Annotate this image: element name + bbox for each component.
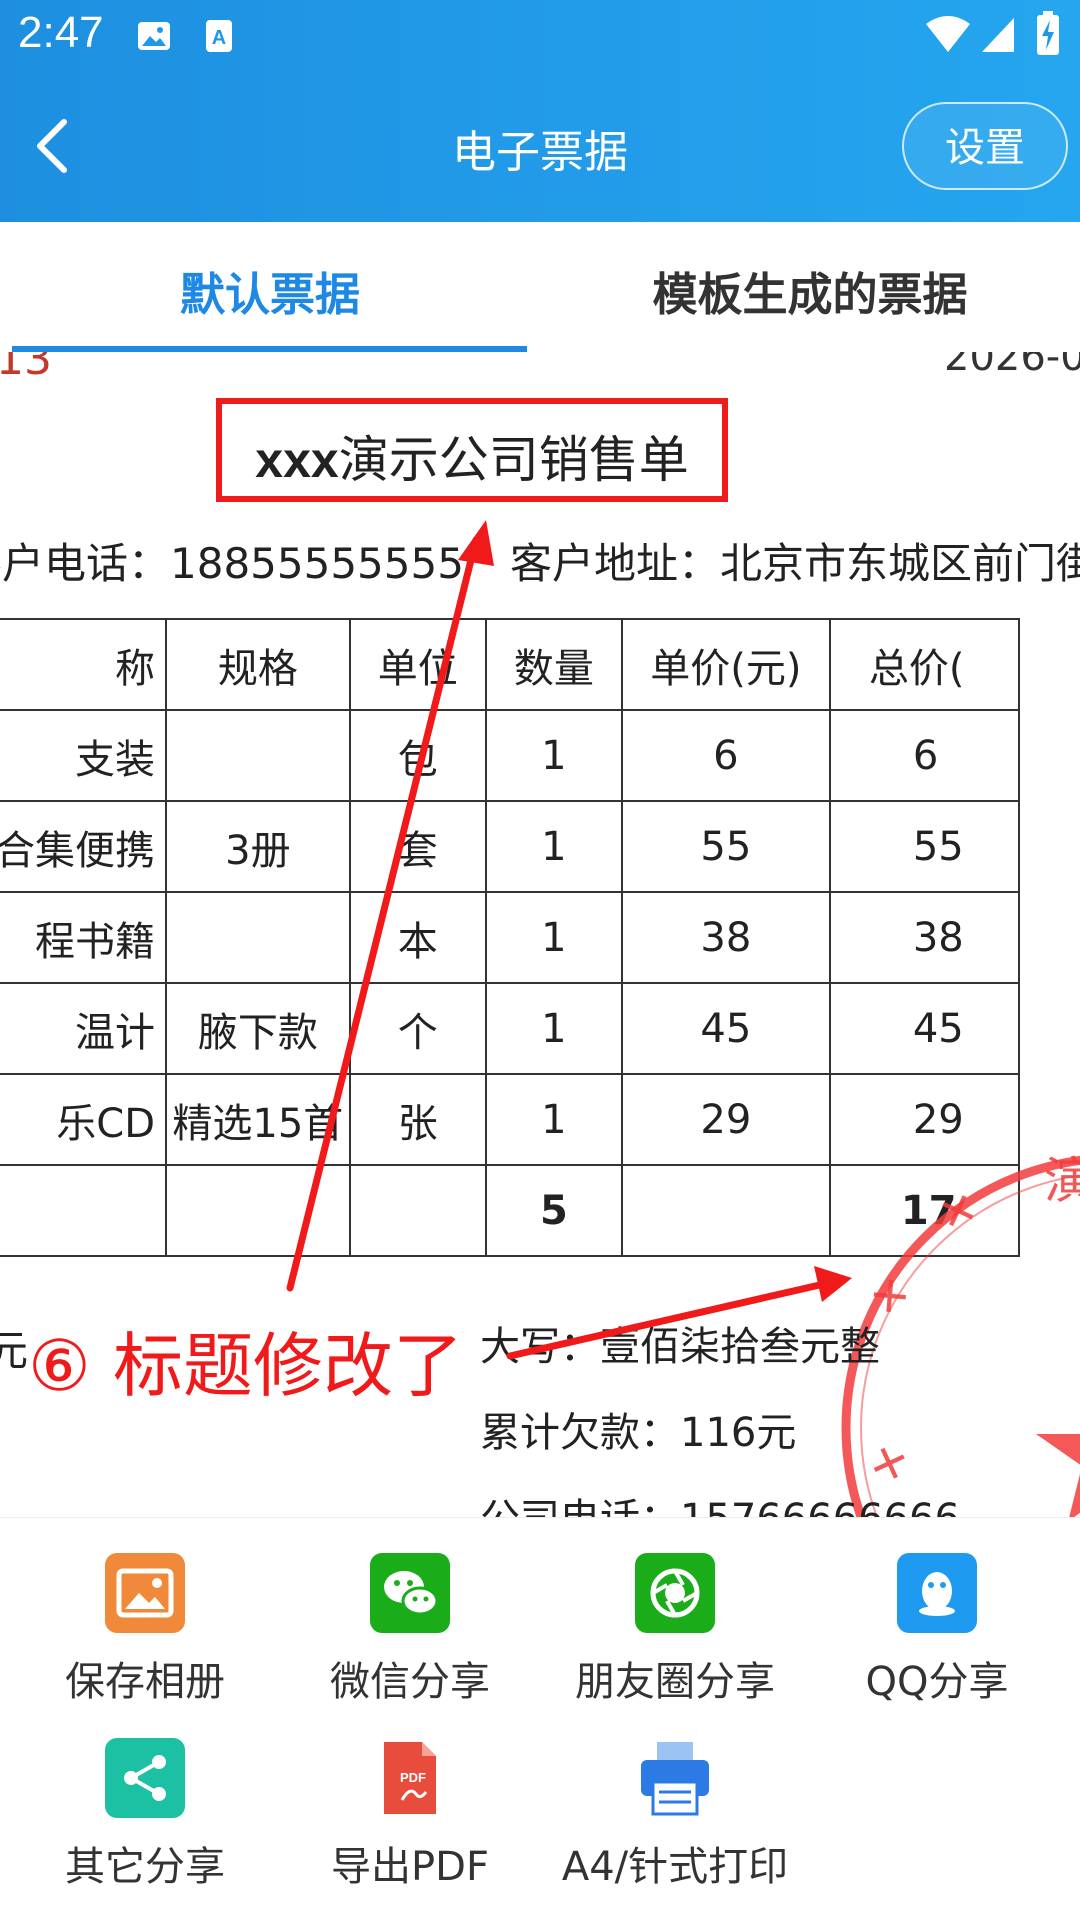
save-album-button[interactable]: 保存相册 <box>10 1553 280 1707</box>
item-spec <box>165 891 351 984</box>
customer-address: 客户地址：北京市东城区前门街 <box>509 539 1080 588</box>
status-time: 2:47 <box>18 8 104 57</box>
item-price: 29 <box>620 1073 831 1166</box>
col-spec-header: 规格 <box>165 618 351 711</box>
signal-icon <box>982 18 1014 52</box>
col-total-header: 总价( <box>828 618 1021 711</box>
item-qty: 1 <box>484 891 623 984</box>
item-qty: 1 <box>484 982 623 1075</box>
receipt-title-prefix: xxx <box>255 432 339 488</box>
item-total: 55 <box>828 800 1021 893</box>
sum-empty-cell <box>348 1164 487 1257</box>
wifi-icon <box>926 16 970 52</box>
print-button[interactable]: A4/针式打印 <box>540 1738 810 1892</box>
translate-notification-icon: A <box>206 20 232 52</box>
item-unit: 个 <box>348 982 487 1075</box>
nav-row: 电子票据 设置 <box>0 88 1080 208</box>
item-name: 合集便携 <box>0 800 167 893</box>
item-total: 45 <box>828 982 1021 1075</box>
amount-in-words: 大写：壹佰柒拾叁元整 <box>480 1324 880 1370</box>
wechat-icon <box>370 1553 450 1633</box>
item-spec: 腋下款 <box>165 982 351 1075</box>
item-price: 6 <box>620 709 831 802</box>
pdf-icon: PDF <box>370 1738 450 1818</box>
table-row: 温计 腋下款 个 1 45 45 <box>0 982 1021 1075</box>
share-panel: 保存相册 微信分享 朋友圈分享 QQ分享 其它分享 PDF 导出PDF A4/针… <box>0 1517 1080 1921</box>
tab-template-receipt[interactable]: 模板生成的票据 <box>540 258 1080 323</box>
battery-charging-icon <box>1037 11 1059 55</box>
item-unit: 包 <box>348 709 487 802</box>
item-unit: 本 <box>348 891 487 984</box>
table-row: 支装 包 1 6 6 <box>0 709 1021 802</box>
item-spec <box>165 709 351 802</box>
item-price: 45 <box>620 982 831 1075</box>
receipt-left-edge-text: 元 <box>0 1326 29 1375</box>
share-icon <box>105 1738 185 1818</box>
gallery-notification-icon <box>138 22 170 50</box>
sum-empty-cell <box>165 1164 351 1257</box>
svg-text:✕: ✕ <box>932 1182 984 1243</box>
col-name-header: 称 <box>0 618 167 711</box>
receipt-title: xxx演示公司销售单 <box>222 420 722 492</box>
item-total: 6 <box>828 709 1021 802</box>
table-header-row: 称 规格 单位 数量 单价(元) 总价( <box>0 618 1021 711</box>
table-row: 程书籍 本 1 38 38 <box>0 891 1021 984</box>
photo-album-icon <box>105 1553 185 1633</box>
tab-bar: 默认票据 模板生成的票据 <box>0 222 1080 352</box>
print-label: A4/针式打印 <box>561 1844 789 1890</box>
printer-icon <box>635 1738 715 1818</box>
moments-share-button[interactable]: 朋友圈分享 <box>540 1553 810 1707</box>
item-name: 温计 <box>0 982 167 1075</box>
annotation-label: ⑥ 标题修改了 <box>28 1325 464 1407</box>
item-qty: 1 <box>484 1073 623 1166</box>
wechat-share-label: 微信分享 <box>330 1659 490 1705</box>
settings-button[interactable]: 设置 <box>902 102 1068 190</box>
item-qty: 1 <box>484 800 623 893</box>
status-bar: 2:47 A <box>0 0 1080 75</box>
item-total: 38 <box>828 891 1021 984</box>
moments-share-label: 朋友圈分享 <box>575 1659 775 1705</box>
receipt-date: 2026-0 <box>944 352 1080 380</box>
tab-default-receipt[interactable]: 默认票据 <box>0 258 540 323</box>
item-spec: 3册 <box>165 800 351 893</box>
qq-share-label: QQ分享 <box>865 1659 1009 1705</box>
export-pdf-button[interactable]: PDF 导出PDF <box>275 1738 545 1892</box>
receipt-number: 13 <box>0 352 52 385</box>
item-unit: 张 <box>348 1073 487 1166</box>
qq-icon <box>897 1553 977 1633</box>
item-spec: 精选15首 <box>165 1073 351 1166</box>
receipt-title-suffix: 演示公司销售单 <box>338 431 689 489</box>
app-bar: 2:47 A 电子票据 设置 <box>0 0 1080 222</box>
export-pdf-label: 导出PDF <box>331 1844 489 1890</box>
accumulated-debt: 累计欠款：116元 <box>480 1410 797 1456</box>
table-row: 合集便携 3册 套 1 55 55 <box>0 800 1021 893</box>
svg-text:PDF: PDF <box>400 1770 426 1785</box>
item-name: 程书籍 <box>0 891 167 984</box>
item-price: 55 <box>620 800 831 893</box>
save-album-label: 保存相册 <box>65 1659 225 1705</box>
title-highlight-box: xxx演示公司销售单 <box>216 398 728 502</box>
item-name: 乐CD <box>0 1073 167 1166</box>
customer-phone: 客户电话：18855555555 <box>0 539 464 588</box>
qq-share-button[interactable]: QQ分享 <box>802 1553 1072 1707</box>
stamp-char: 演 <box>1044 1152 1080 1210</box>
svg-text:✕: ✕ <box>860 1438 921 1490</box>
col-price-header: 单价(元) <box>620 618 831 711</box>
svg-text:A: A <box>212 27 226 49</box>
other-share-button[interactable]: 其它分享 <box>10 1738 280 1892</box>
wechat-share-button[interactable]: 微信分享 <box>275 1553 545 1707</box>
col-unit-header: 单位 <box>348 618 487 711</box>
other-share-label: 其它分享 <box>65 1844 225 1890</box>
customer-info: 客户电话：18855555555 客户地址：北京市东城区前门街 <box>0 530 1080 591</box>
moments-icon <box>635 1553 715 1633</box>
sum-empty-cell <box>620 1164 831 1257</box>
company-phone: 公司电话：15766666666 <box>480 1486 960 1517</box>
sum-qty: 5 <box>484 1164 623 1257</box>
item-unit: 套 <box>348 800 487 893</box>
sum-empty-cell <box>0 1164 167 1257</box>
item-price: 38 <box>620 891 831 984</box>
col-qty-header: 数量 <box>484 618 623 711</box>
item-name: 支装 <box>0 709 167 802</box>
item-qty: 1 <box>484 709 623 802</box>
